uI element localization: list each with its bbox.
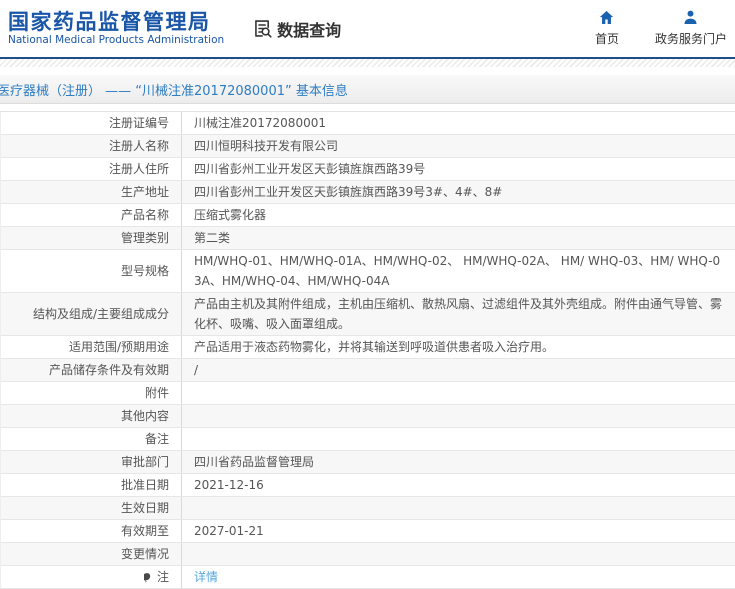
table-row: 产品名称 压缩式雾化器 [1, 204, 735, 227]
table-row: 注册人名称 四川恒明科技开发有限公司 [1, 135, 735, 158]
nmpa-logo[interactable]: 国家药品监督管理局 National Medical Products Admi… [8, 10, 224, 47]
nav-item-service-portal[interactable]: 政务服务门户 [655, 8, 727, 47]
breadcrumb: 医疗器械（注册） —— “川械注准20172080001” 基本信息 [0, 83, 348, 99]
row-value: 产品由主机及其附件组成，主机由压缩机、散热风扇、过滤组件及其外壳组成。附件由通气… [194, 297, 723, 331]
row-value: 四川省彭州工业开发区天彭镇旌旗西路39号 [194, 162, 426, 176]
row-value [182, 428, 735, 450]
row-label: 审批部门 [1, 451, 182, 473]
table-row: 注详情 [1, 566, 735, 589]
table-row: 备注 [1, 428, 735, 451]
row-value: 四川恒明科技开发有限公司 [194, 139, 339, 153]
nav-label-service-portal: 政务服务门户 [654, 32, 727, 46]
row-label: 备注 [1, 428, 182, 450]
details-link[interactable]: 详情 [194, 570, 218, 584]
logo-title: 国家药品监督管理局 [8, 10, 211, 34]
site-header: 国家药品监督管理局 National Medical Products Admi… [0, 0, 735, 57]
spacer [0, 104, 735, 111]
row-label: 型号规格 [1, 250, 182, 292]
table-row: 审批部门 四川省药品监督管理局 [1, 451, 735, 474]
row-label: 变更情况 [1, 543, 182, 565]
row-value: 四川省彭州工业开发区天彭镇旌旗西路39号3#、4#、8# [194, 185, 503, 199]
info-table: 注册证编号 川械注准20172080001 注册人名称 四川恒明科技开发有限公司 注册人… [0, 111, 735, 589]
row-value [182, 543, 735, 565]
row-label: 结构及组成/主要组成成分 [1, 293, 182, 335]
row-label: 产品储存条件及有效期 [1, 359, 182, 381]
table-row: 适用范围/预期用途 产品适用于液态药物雾化，并将其输送到呼吸道供患者吸入治疗用。 [1, 336, 735, 359]
row-label: 生效日期 [1, 497, 182, 519]
table-row: 产品储存条件及有效期 / [1, 359, 735, 382]
row-value: / [194, 363, 199, 377]
nav-item-home[interactable]: 首页 [585, 8, 629, 47]
row-label: 适用范围/预期用途 [1, 336, 182, 358]
table-row: 注册证编号 川械注准20172080001 [1, 112, 735, 135]
row-label: 附件 [1, 382, 182, 404]
data-query-icon [252, 18, 273, 39]
row-value: 2027-01-21 [194, 524, 264, 538]
breadcrumb-bar: 医疗器械（注册） —— “川械注准20172080001” 基本信息 [0, 75, 735, 104]
table-row: 型号规格 HM/WHQ-01、HM/WHQ-01A、HM/WHQ-02、 HM/W… [1, 250, 735, 293]
table-row: 有效期至 2027-01-21 [1, 520, 735, 543]
table-row: 管理类别 第二类 [1, 227, 735, 250]
nav-label-home: 首页 [594, 32, 619, 46]
spacer [0, 67, 735, 75]
data-query-section[interactable]: 数据查询 [252, 17, 341, 41]
row-value: 压缩式雾化器 [194, 208, 267, 222]
row-value [182, 497, 735, 519]
row-value: 2021-12-16 [194, 478, 264, 492]
row-label: 注 [1, 566, 182, 588]
row-value [182, 405, 735, 427]
row-value: 川械注准20172080001 [194, 116, 326, 130]
row-label: 生产地址 [1, 181, 182, 203]
table-row: 生效日期 [1, 497, 735, 520]
row-label: 其他内容 [1, 405, 182, 427]
row-label: 管理类别 [1, 227, 182, 249]
row-value: 产品适用于液态药物雾化，并将其输送到呼吸道供患者吸入治疗用。 [194, 340, 555, 354]
header-nav: 首页 政务服务门户 [585, 8, 727, 47]
table-row: 批准日期 2021-12-16 [1, 474, 735, 497]
row-label: 注册人名称 [1, 135, 182, 157]
section-title: 数据查询 [277, 20, 342, 40]
row-label: 注册证编号 [1, 112, 182, 134]
note-icon [143, 573, 154, 583]
row-value: 四川省药品监督管理局 [194, 455, 315, 469]
table-row: 结构及组成/主要组成成分 产品由主机及其附件组成，主机由压缩机、散热风扇、过滤组件… [1, 293, 735, 336]
striped-divider [0, 57, 735, 67]
table-row: 变更情况 [1, 543, 735, 566]
table-row: 生产地址 四川省彭州工业开发区天彭镇旌旗西路39号3#、4#、8# [1, 181, 735, 204]
person-icon [682, 8, 699, 26]
table-row: 附件 [1, 382, 735, 405]
row-label: 批准日期 [1, 474, 182, 496]
row-value: 详情 [182, 566, 735, 588]
row-label: 有效期至 [1, 520, 182, 542]
row-value: 第二类 [194, 231, 231, 245]
table-row: 注册人住所 四川省彭州工业开发区天彭镇旌旗西路39号 [1, 158, 735, 181]
row-value: HM/WHQ-01、HM/WHQ-01A、HM/WHQ-02、 HM/WHQ-0… [194, 254, 721, 288]
row-label: 产品名称 [1, 204, 182, 226]
home-icon [598, 8, 615, 26]
row-value [182, 382, 735, 404]
table-row: 其他内容 [1, 405, 735, 428]
logo-subtitle: National Medical Products Administration [8, 34, 225, 46]
row-label: 注册人住所 [1, 158, 182, 180]
